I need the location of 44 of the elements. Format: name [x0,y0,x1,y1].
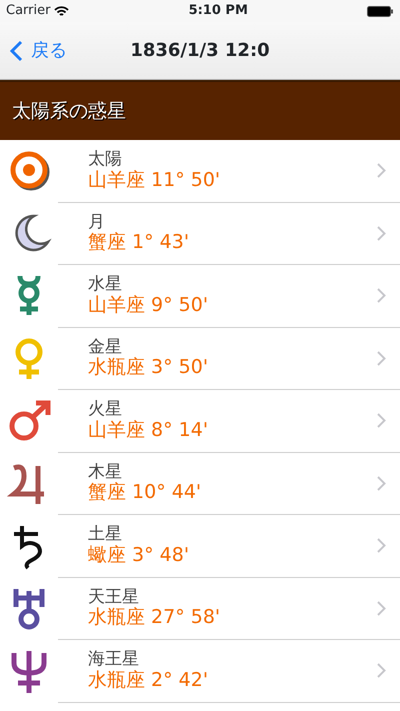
zodiac-position: 水瓶座 27° 58' [88,607,220,629]
chevron-icon [377,350,386,366]
planet-name: 月 [88,212,105,232]
chevron-icon [377,538,386,554]
zodiac-position: 山羊座 11° 50' [88,170,220,192]
battery-icon [366,6,394,16]
planet-row[interactable]: 月 蟹座 1° 43' [0,202,400,265]
planet-row[interactable]: 火星 山羊座 8° 14' [0,390,400,452]
chevron-icon [377,226,386,241]
planet-name: 土星 [88,525,122,545]
chevron-icon [377,600,386,616]
planet-name: 火星 [88,400,122,420]
chevron-icon [377,476,386,491]
planet-row[interactable]: 海王星 水瓶座 2° 42' [0,640,400,702]
planet-row[interactable]: 木星 蟹座 10° 44' [0,452,400,515]
zodiac-position: 山羊座 9° 50' [88,294,208,316]
chevron-icon [377,413,386,428]
planet-row[interactable]: 金星 水瓶座 3° 50' [0,328,400,390]
planet-name: 太陽 [88,150,122,170]
planet-row[interactable]: 太陽 山羊座 11° 50' [0,140,400,202]
back-chevron-icon [10,40,23,62]
zodiac-position: 蟹座 1° 43' [88,232,190,254]
nav-title: 1836/1/3 12:0 [130,39,270,63]
chevron-icon [377,288,386,304]
status-time: 5:10 PM [188,2,248,20]
planet-name: 海王星 [88,650,139,670]
wifi-icon [54,6,70,16]
zodiac-position: 蟹座 10° 44' [88,482,202,504]
planet-row[interactable]: 土星 蠍座 3° 48' [0,515,400,578]
back-button[interactable]: 戻る [0,37,67,64]
planet-name: 金星 [88,338,122,357]
zodiac-position: 蠍座 3° 48' [88,544,190,566]
planet-name: 水星 [88,275,122,295]
planet-name: 天王星 [88,588,139,607]
planet-row[interactable]: 水星 山羊座 9° 50' [0,265,400,328]
zodiac-position: 山羊座 8° 14' [88,420,208,442]
carrier-label: Carrier [6,2,50,20]
planet-row[interactable]: 天王星 水瓶座 27° 58' [0,578,400,640]
planet-name: 木星 [88,462,122,482]
chevron-icon [377,163,386,178]
section-title: 太陽系の惑星 [12,98,126,124]
chevron-icon [377,663,386,678]
zodiac-position: 水瓶座 3° 50' [88,357,208,379]
zodiac-position: 水瓶座 2° 42' [88,670,208,692]
